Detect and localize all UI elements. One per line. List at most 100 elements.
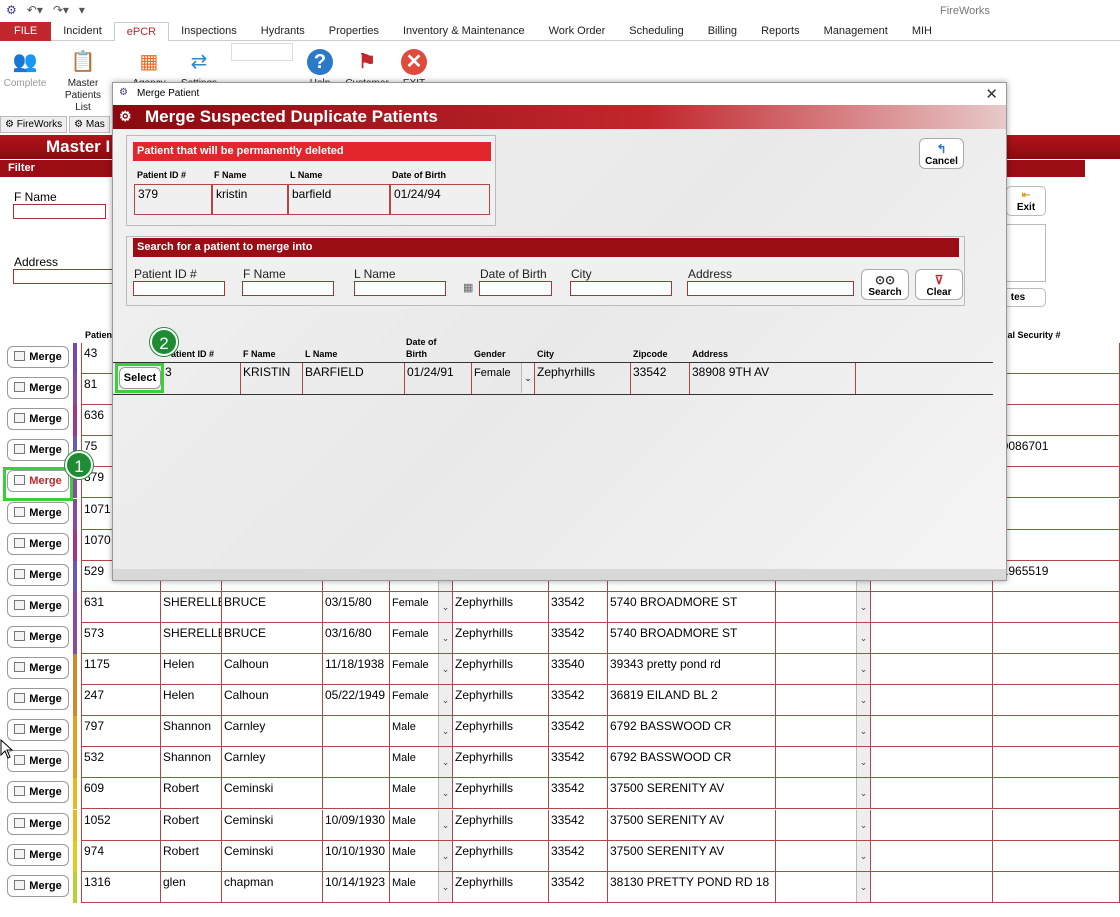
chevron-down-icon[interactable]: ⌄ — [438, 778, 452, 809]
merge-button[interactable]: Merge — [7, 408, 69, 431]
cell-gender[interactable]: Male ⌄ — [390, 809, 453, 841]
chevron-down-icon[interactable]: ⌄ — [438, 716, 452, 747]
tab-work-order[interactable]: Work Order — [537, 22, 618, 41]
cancel-button[interactable]: ↰ Cancel — [919, 138, 964, 169]
cell-gender[interactable]: Female ⌄ — [390, 622, 453, 654]
chevron-down-icon[interactable]: ⌄ — [856, 591, 870, 622]
address-input[interactable] — [13, 269, 113, 284]
row-color-bar — [73, 622, 77, 654]
chevron-down-icon[interactable]: ⌄ — [856, 654, 870, 684]
cell-combo[interactable]: ⌄ — [776, 747, 871, 779]
search-button[interactable]: ⊙⊙ Search — [861, 269, 909, 300]
tab-management[interactable]: Management — [812, 22, 900, 41]
cell-combo[interactable]: ⌄ — [776, 654, 871, 685]
chevron-down-icon[interactable]: ⌄ — [856, 809, 870, 840]
redo-icon[interactable]: ↷▾ — [53, 3, 69, 17]
search-lname-input[interactable] — [354, 281, 446, 296]
merge-button[interactable]: Merge — [7, 532, 69, 555]
tab-inspections[interactable]: Inspections — [169, 22, 249, 41]
cell-gender[interactable]: Female ⌄ — [390, 685, 453, 717]
merge-button[interactable]: Merge — [7, 781, 69, 804]
merge-button[interactable]: Merge — [7, 439, 69, 462]
tab-scheduling[interactable]: Scheduling — [617, 22, 695, 41]
chevron-down-icon[interactable]: ⌄ — [856, 716, 870, 747]
doc-tab-fireworks[interactable]: ⚙ FireWorks — [0, 116, 68, 133]
tab-incident[interactable]: Incident — [51, 22, 114, 41]
merge-button[interactable]: Merge — [7, 812, 69, 835]
tab-hydrants[interactable]: Hydrants — [249, 22, 317, 41]
chevron-down-icon[interactable]: ⌄ — [856, 871, 870, 902]
merge-button[interactable]: Merge — [7, 843, 69, 866]
result-gender[interactable]: Female ⌄ — [472, 363, 535, 394]
cell-zip: 33542 — [549, 778, 608, 810]
chevron-down-icon[interactable]: ⌄ — [438, 747, 452, 778]
cell-combo[interactable]: ⌄ — [776, 622, 871, 654]
chevron-down-icon[interactable]: ⌄ — [438, 654, 452, 684]
cell-gender[interactable]: Male ⌄ — [390, 778, 453, 810]
close-icon[interactable]: ✕ — [985, 85, 998, 103]
merge-button[interactable]: Merge — [7, 874, 69, 897]
tab-reports[interactable]: Reports — [749, 22, 812, 41]
merge-button[interactable]: Merge — [7, 377, 69, 400]
cell-blank — [871, 809, 993, 841]
chevron-down-icon[interactable]: ⌄ — [438, 685, 452, 716]
cell-combo[interactable]: ⌄ — [776, 778, 871, 810]
cell-gender[interactable]: Male ⌄ — [390, 840, 453, 872]
cell-gender[interactable]: Female ⌄ — [390, 591, 453, 623]
merge-button[interactable]: Merge — [7, 594, 69, 617]
cell-combo[interactable]: ⌄ — [776, 871, 871, 903]
tab-mih[interactable]: MIH — [900, 22, 944, 41]
merge-button[interactable]: Merge — [7, 501, 69, 524]
merge-button[interactable]: Merge — [7, 346, 69, 368]
f-name-input[interactable] — [13, 204, 106, 219]
search-fname-input[interactable] — [242, 281, 334, 296]
tab-file[interactable]: FILE — [0, 22, 52, 41]
cell-combo[interactable]: ⌄ — [776, 716, 871, 748]
merge-button[interactable]: Merge — [7, 719, 69, 742]
chevron-down-icon[interactable]: ⌄ — [856, 747, 870, 778]
chevron-down-icon[interactable]: ⌄ — [856, 840, 870, 871]
cell-gender[interactable]: Male ⌄ — [390, 716, 453, 748]
chevron-down-icon[interactable]: ⌄ — [438, 591, 452, 622]
chevron-down-icon[interactable]: ⌄ — [856, 685, 870, 716]
chevron-down-icon[interactable]: ⌄ — [438, 809, 452, 840]
clear-button[interactable]: ⊽ Clear — [915, 269, 963, 300]
chevron-down-icon[interactable]: ⌄ — [521, 363, 534, 393]
merge-button[interactable]: Merge — [7, 750, 69, 773]
cell-gender[interactable]: Male ⌄ — [390, 871, 453, 903]
result-header-zip: Zipcode — [633, 349, 668, 359]
merge-button[interactable]: Merge — [7, 563, 69, 586]
chevron-down-icon[interactable]: ⌄ — [438, 622, 452, 653]
cell-gender[interactable]: Male ⌄ — [390, 747, 453, 779]
tab-epcr[interactable]: ePCR — [113, 22, 170, 42]
master-patients-list-button[interactable]: 📋 Master Patients List — [56, 45, 110, 114]
cell-combo[interactable]: ⌄ — [776, 809, 871, 841]
chevron-down-icon[interactable]: ⌄ — [438, 871, 452, 902]
cell-combo[interactable]: ⌄ — [776, 591, 871, 623]
tab-properties[interactable]: Properties — [317, 22, 391, 41]
search-city-input[interactable] — [570, 281, 672, 296]
cell-dob-text: 10/09/1930 — [325, 812, 386, 827]
tab-inventory[interactable]: Inventory & Maintenance — [391, 22, 537, 41]
search-address-input[interactable] — [687, 281, 854, 296]
cell-combo[interactable]: ⌄ — [776, 840, 871, 872]
search-dob-input[interactable] — [479, 281, 552, 296]
merge-button[interactable]: Merge — [7, 688, 69, 711]
chevron-down-icon[interactable]: ⌄ — [856, 622, 870, 653]
search-id-input[interactable] — [133, 281, 225, 296]
customize-icon[interactable]: ▾ — [79, 3, 85, 17]
tab-billing[interactable]: Billing — [696, 22, 749, 41]
cell-combo[interactable]: ⌄ — [776, 685, 871, 717]
merge-button[interactable]: Merge — [7, 657, 69, 679]
calendar-icon[interactable]: ▦ — [463, 281, 473, 294]
undo-icon[interactable]: ↶▾ — [27, 3, 43, 17]
merge-button[interactable]: Merge — [7, 625, 69, 648]
cell-gender[interactable]: Female ⌄ — [390, 654, 453, 685]
chevron-down-icon[interactable]: ⌄ — [438, 840, 452, 871]
master-exit-button[interactable]: ⇤ Exit — [1006, 186, 1046, 216]
complete-button[interactable]: 👥 Complete — [2, 45, 48, 90]
app-gear-icon[interactable]: ⚙ — [6, 3, 17, 17]
doc-tab-master[interactable]: ⚙ Mas — [69, 116, 110, 133]
row-color-bar — [73, 560, 77, 592]
chevron-down-icon[interactable]: ⌄ — [856, 778, 870, 809]
